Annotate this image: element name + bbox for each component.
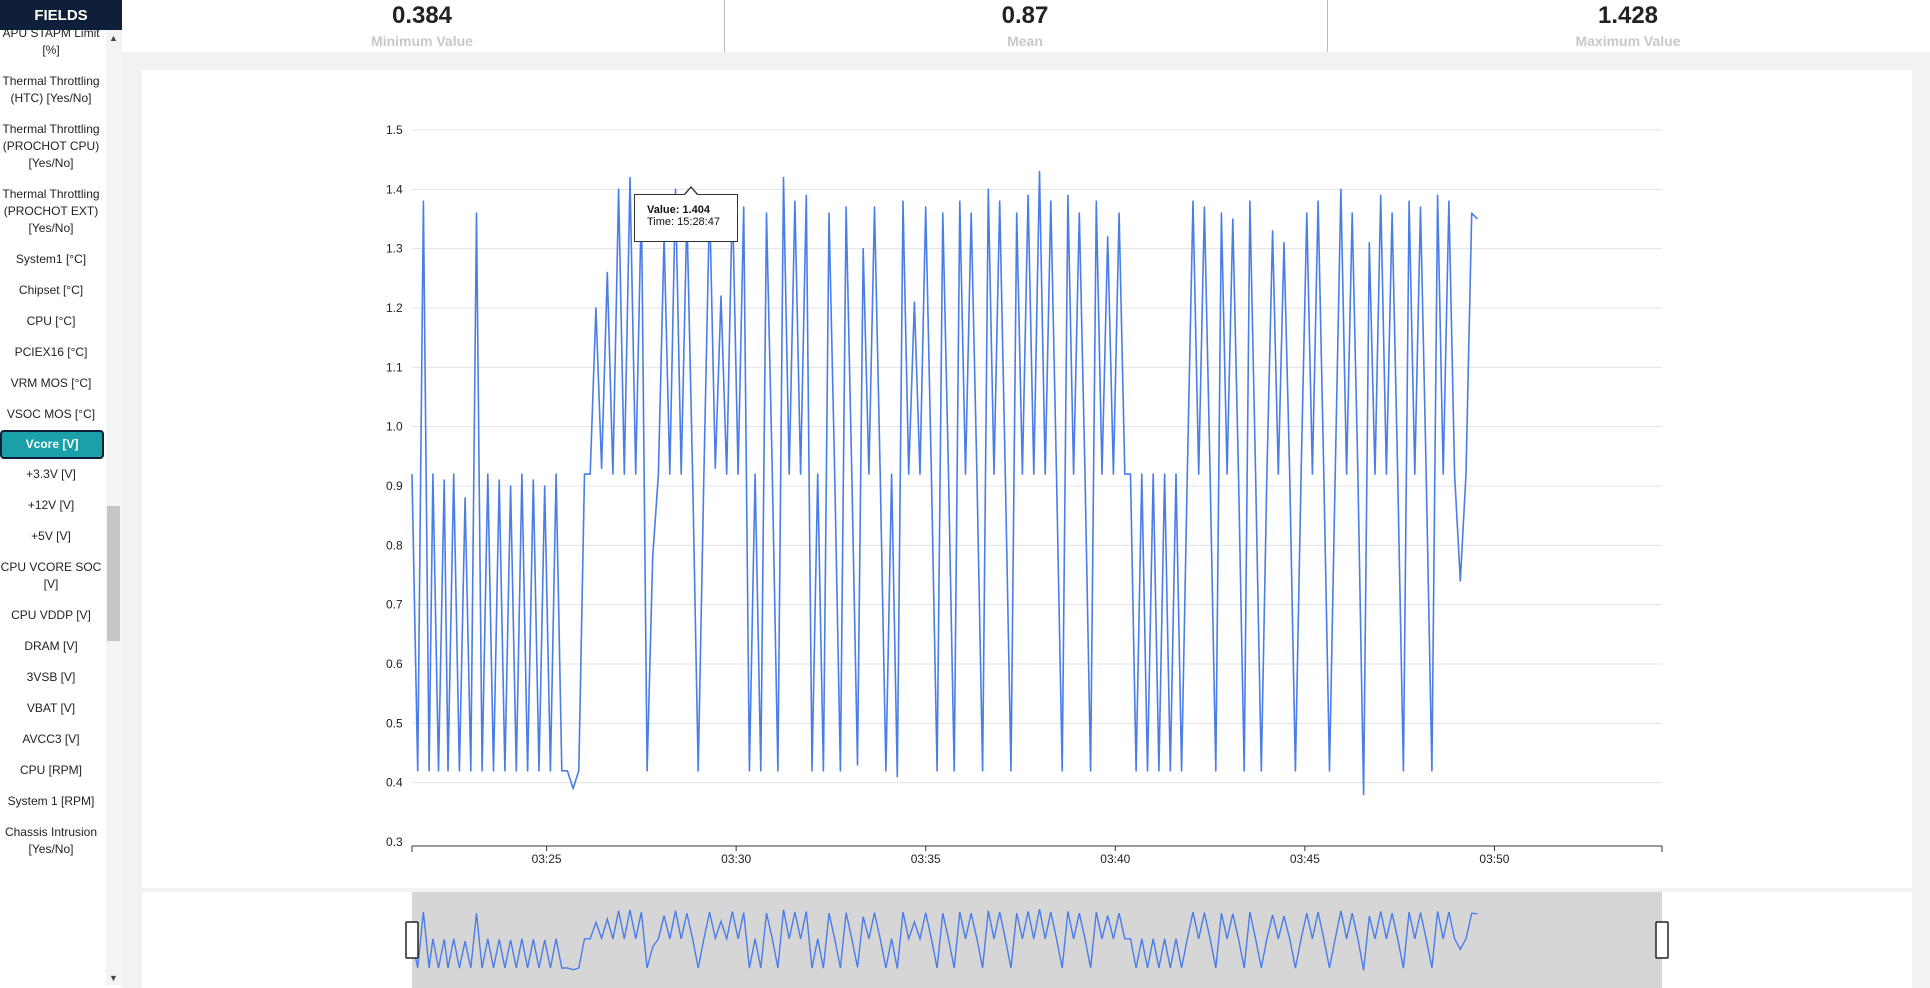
series-layer — [411, 170, 1478, 796]
x-tick-label: 03:40 — [1100, 852, 1130, 866]
navigator-selection[interactable] — [412, 892, 1662, 988]
y-tick-label: 1.5 — [386, 123, 403, 137]
x-tick-label: 03:35 — [911, 852, 941, 866]
vcore-series-line[interactable] — [411, 170, 1478, 796]
y-tick-label: 0.6 — [386, 657, 403, 671]
y-axis-ticks: 0.3 0.4 0.5 0.6 0.7 0.8 0.9 1.0 1.1 1.2 1.3 1.4 1.5 — [386, 123, 403, 849]
tooltip-arrow-fill — [685, 188, 697, 195]
fields-header: FIELDS — [0, 0, 122, 30]
y-tick-label: 0.5 — [386, 716, 403, 730]
y-tick-label: 0.7 — [386, 598, 403, 612]
navigator-right-handle[interactable] — [1655, 921, 1669, 959]
y-tick-label: 1.4 — [386, 182, 403, 196]
navigator-left-handle[interactable] — [405, 921, 419, 959]
navigator — [405, 892, 1669, 988]
gridlines — [412, 129, 1662, 784]
x-tick-label: 03:50 — [1479, 852, 1509, 866]
y-tick-label: 1.1 — [386, 360, 403, 374]
x-tick-label: 03:30 — [721, 852, 751, 866]
x-tick-label: 03:45 — [1290, 852, 1320, 866]
y-tick-label: 0.4 — [386, 776, 403, 790]
y-tick-label: 1.3 — [386, 242, 403, 256]
y-tick-label: 1.0 — [386, 420, 403, 434]
y-tick-label: 0.9 — [386, 479, 403, 493]
y-tick-label: 0.3 — [386, 835, 403, 849]
line-chart[interactable]: 0.30.40.50.60.70.80.91.01.11.21.31.41.5 … — [0, 0, 1930, 988]
x-tick-label: 03:25 — [532, 852, 562, 866]
y-tick-label: 1.2 — [386, 301, 403, 315]
chart-tooltip: Value: 1.404 Time: 15:28:47 — [634, 194, 738, 242]
tooltip-value: Value: 1.404 — [647, 204, 710, 216]
x-axis: 03:25 03:30 03:35 03:40 03:45 03:50 — [411, 845, 1663, 866]
y-tick-label: 0.8 — [386, 538, 403, 552]
tooltip-time: Time: 15:28:47 — [647, 216, 720, 228]
